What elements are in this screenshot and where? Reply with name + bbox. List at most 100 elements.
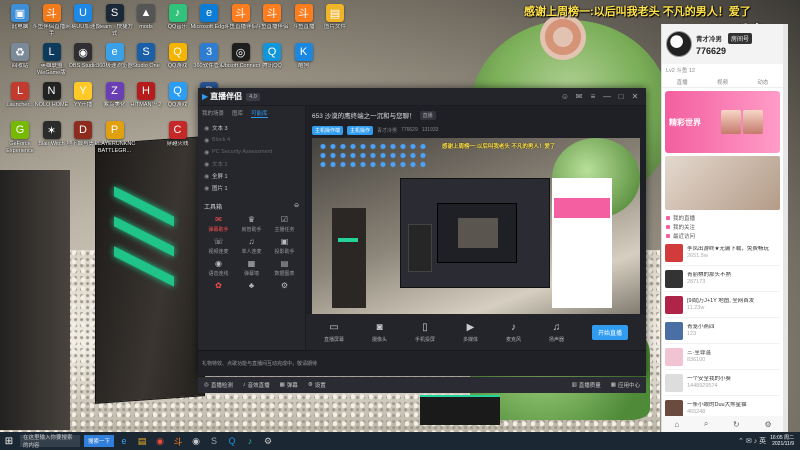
- windows-start-icon[interactable]: ⊞: [0, 432, 18, 450]
- music-icon[interactable]: ♪: [242, 433, 258, 449]
- search-icon[interactable]: ⌕: [704, 419, 708, 429]
- toolbox-toggle-icon[interactable]: ⊖: [294, 202, 299, 211]
- maximize-icon[interactable]: □: [614, 92, 628, 101]
- tab-my-scenes[interactable]: 我的场景: [202, 109, 224, 117]
- avatar[interactable]: [666, 31, 692, 57]
- list-item[interactable]: [9周]万J+1Y 地图, 全网首发 11.23w: [665, 292, 780, 318]
- tool-button[interactable]: ♫ 单人连麦: [235, 237, 268, 255]
- tool-button[interactable]: ☑ 主播任务: [268, 215, 301, 233]
- tab-video[interactable]: 视频: [717, 78, 728, 86]
- clock-date: 2021/11/9: [772, 441, 794, 447]
- settings-icon[interactable]: ⚙: [260, 433, 276, 449]
- layer-item[interactable]: ◉ PC Security Assessment: [204, 146, 299, 158]
- source-button[interactable]: ▯ 手机投屏: [415, 322, 435, 343]
- eye-icon[interactable]: ◉: [204, 173, 212, 180]
- menu-recent[interactable]: 最近访问: [666, 231, 779, 240]
- room-category-chip[interactable]: 直播: [419, 110, 436, 120]
- tool-icon: ☑: [280, 215, 289, 224]
- user-icon[interactable]: ☺: [558, 92, 572, 101]
- promo-title: 精彩世界: [669, 117, 701, 127]
- search-button[interactable]: 搜索一下: [84, 435, 115, 447]
- douyu-icon[interactable]: 斗: [170, 433, 186, 449]
- tool-button[interactable]: ☏ 视频连麦: [202, 237, 235, 255]
- tab-library[interactable]: 图库: [232, 109, 243, 117]
- tool-button[interactable]: ♛ 房管助手: [235, 215, 268, 233]
- app-center-button[interactable]: ▦ 应用中心: [611, 381, 640, 389]
- source-toolbar: ▭ 直播屏幕 ◙ 摄像头 ▯ 手机投屏 ▶ 多媒体 ♪ 麦克风 ♫ 扬声器 开始直播: [306, 314, 646, 350]
- list-item[interactable]: 三·至尊温 836100: [665, 344, 780, 370]
- layer-item[interactable]: ◉ 图片 1: [204, 182, 299, 194]
- clock[interactable]: 16:05 周二 2021/11/9: [770, 435, 800, 448]
- eye-icon[interactable]: ◉: [204, 149, 212, 156]
- layer-item[interactable]: ◉ Block 4: [204, 134, 299, 146]
- menu-following[interactable]: 我的关注: [666, 222, 779, 231]
- sub-chip-2[interactable]: 主机操作: [347, 125, 374, 135]
- minimize-icon[interactable]: —: [600, 92, 614, 101]
- sub-chip-1[interactable]: 主机操作端: [312, 125, 344, 135]
- room-title: 李凤出游终★无庸下载，免费畅玩: [687, 245, 769, 252]
- tool-button[interactable]: ▤ 数据图表: [268, 259, 301, 277]
- stat-name: 青才冷男: [377, 127, 398, 134]
- layer-item[interactable]: ◉ 全屏 1: [204, 170, 299, 182]
- mail-icon[interactable]: ✉: [572, 92, 586, 101]
- source-button[interactable]: ◙ 摄像头: [372, 322, 387, 343]
- room-title: 一个安全我的小葵: [687, 375, 732, 382]
- quality-button[interactable]: ▥ 直播质量: [572, 381, 601, 389]
- list-item[interactable]: 青笼小燕四 123: [665, 318, 780, 344]
- ubisoft-icon: ◎: [231, 43, 250, 61]
- promo-banner[interactable]: 精彩世界: [665, 91, 780, 153]
- tab-live[interactable]: 直播: [677, 78, 688, 86]
- tool-button[interactable]: ✿: [202, 281, 235, 292]
- file-explorer-icon[interactable]: ▤: [134, 433, 150, 449]
- settings-button[interactable]: ⚙ 设置: [308, 381, 326, 389]
- tool-button[interactable]: ▣ 投影助手: [268, 237, 301, 255]
- featured-image[interactable]: [665, 156, 780, 210]
- list-item[interactable]: 李凤出游终★无庸下载，免费畅玩 2651.5w: [665, 240, 780, 266]
- edge-icon[interactable]: e: [116, 433, 132, 449]
- layer-item[interactable]: ◉ 文本 2: [204, 158, 299, 170]
- danmaku-button[interactable]: ▦ 弹幕: [280, 381, 298, 389]
- qq-icon[interactable]: Q: [224, 433, 240, 449]
- tray-icons[interactable]: ⌃ ✉ ♪ 英: [738, 436, 766, 446]
- eye-icon[interactable]: ◉: [204, 161, 212, 168]
- menu-icon[interactable]: ≡: [586, 92, 600, 101]
- list-item[interactable]: 一个安全我的小葵 1448929574: [665, 370, 780, 396]
- source-button[interactable]: ▭ 直播屏幕: [324, 322, 344, 343]
- tool-button[interactable]: ⚙: [268, 281, 301, 292]
- preview-banner: 感谢上周榜一:以后叫我老头 不凡的男人！爱了: [442, 144, 556, 150]
- source-button[interactable]: ♫ 扬声器: [549, 322, 564, 343]
- tab-feed[interactable]: 动态: [757, 78, 768, 86]
- taskbar-search-input[interactable]: 在这里输入你要搜索的内容: [20, 435, 80, 449]
- home-icon[interactable]: ⌂: [674, 420, 679, 429]
- source-button[interactable]: ♪ 麦克风: [506, 322, 521, 343]
- eye-icon[interactable]: ◉: [204, 137, 212, 144]
- tool-button[interactable]: ♣: [235, 281, 268, 292]
- tool-icon: ✿: [215, 281, 222, 290]
- menu-my-live[interactable]: 我的直播: [666, 213, 779, 222]
- start-live-button[interactable]: 开始直播: [591, 324, 628, 340]
- tool-button[interactable]: ✉ 弹幕助手: [202, 215, 235, 233]
- close-icon[interactable]: ✕: [628, 92, 642, 101]
- steam-icon[interactable]: S: [206, 433, 222, 449]
- stream-preview[interactable]: 感谢上周榜一:以后叫我老头 不凡的男人！爱了: [312, 138, 640, 330]
- obs-icon[interactable]: ◉: [188, 433, 204, 449]
- tool-icon: ▦: [247, 259, 256, 268]
- tool-button[interactable]: ◉ 语音连线: [202, 259, 235, 277]
- settings-icon[interactable]: ⚙: [764, 420, 771, 429]
- panel-scrollbar[interactable]: [783, 24, 788, 432]
- eye-icon[interactable]: ◉: [204, 185, 212, 192]
- audio-live-button[interactable]: ♪ 音效直播: [243, 381, 270, 389]
- layer-item[interactable]: ◉ 文本 3: [204, 122, 299, 134]
- layer-label: Block 4: [212, 137, 231, 143]
- list-item[interactable]: 青丽棋的那头不熟 287173: [665, 266, 780, 292]
- chrome-icon[interactable]: ◉: [152, 433, 168, 449]
- live-check-button[interactable]: ◎ 直播检测: [204, 381, 233, 389]
- room-title[interactable]: 653 沙漠的鹰终端之一沉和与您聊！: [312, 110, 416, 120]
- tab-sources[interactable]: 可能库: [251, 109, 268, 118]
- source-button[interactable]: ▶ 多媒体: [463, 322, 478, 343]
- tool-button[interactable]: ▦ 弹幕墙: [235, 259, 268, 277]
- refresh-icon[interactable]: ↻: [733, 420, 740, 429]
- eye-icon[interactable]: ◉: [204, 125, 212, 132]
- launcher-icon: L: [11, 82, 29, 100]
- desktop-icon[interactable]: ▤ 图片文件: [317, 2, 353, 40]
